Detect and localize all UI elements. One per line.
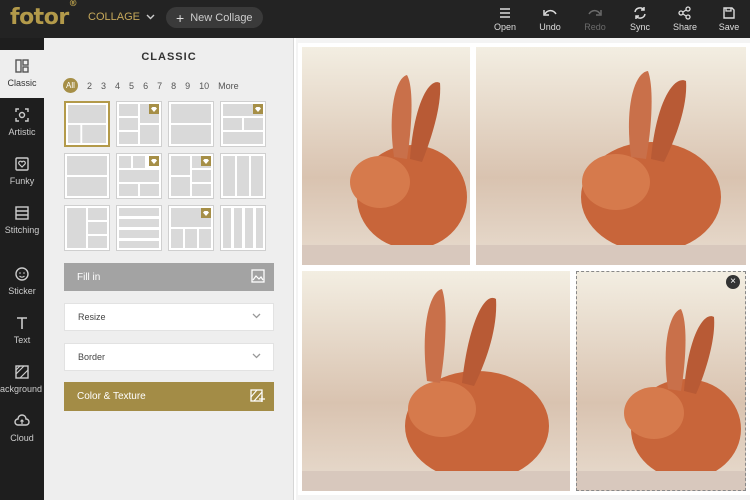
funky-heart-icon (15, 157, 29, 171)
layout-thumb[interactable] (168, 101, 214, 147)
layout-thumb[interactable] (64, 153, 110, 199)
artistic-icon (15, 108, 29, 122)
layout-thumb[interactable] (168, 205, 214, 251)
filter-8[interactable]: 8 (171, 81, 176, 91)
layout-thumb[interactable] (116, 101, 162, 147)
color-texture-button[interactable]: Color & Texture (64, 382, 274, 411)
panel-title: CLASSIC (141, 51, 197, 63)
photo-cell[interactable] (302, 271, 570, 491)
new-collage-button[interactable]: + New Collage (166, 7, 263, 28)
layout-count-filters: All 2 3 4 5 6 7 8 9 10 More (63, 78, 239, 93)
premium-crown-icon (253, 104, 263, 114)
classic-panel: CLASSIC All 2 3 4 5 6 7 8 9 10 More Fill… (44, 38, 294, 500)
collage-menu-label: COLLAGE (88, 11, 140, 23)
rail-item-background[interactable]: Background (0, 356, 44, 404)
layout-thumb[interactable] (168, 153, 214, 199)
rail-item-sticker[interactable]: Sticker (0, 258, 44, 306)
remove-photo-icon[interactable]: × (726, 275, 740, 289)
premium-crown-icon (149, 156, 159, 166)
layout-thumb[interactable] (116, 205, 162, 251)
bunny-photo (576, 271, 746, 491)
open-icon (500, 8, 510, 18)
sticker-icon (15, 267, 29, 281)
bunny-photo (302, 271, 570, 491)
classic-layout-icon (15, 59, 29, 73)
photo-cell-selected[interactable]: × (576, 271, 746, 491)
stitching-icon (15, 206, 29, 220)
fill-in-button[interactable]: Fill in (64, 263, 274, 291)
premium-crown-icon (149, 104, 159, 114)
redo-button[interactable]: Redo (573, 3, 617, 32)
filter-2[interactable]: 2 (87, 81, 92, 91)
layout-thumb[interactable] (116, 153, 162, 199)
premium-crown-icon (201, 156, 211, 166)
new-collage-label: New Collage (190, 11, 253, 24)
rail-item-artistic[interactable]: Artistic (0, 99, 44, 147)
photo-cell[interactable] (302, 47, 470, 265)
text-icon (17, 317, 27, 329)
background-icon (15, 365, 29, 379)
rail-item-funky[interactable]: Funky (0, 148, 44, 196)
rail-item-cloud[interactable]: Cloud (0, 405, 44, 453)
chevron-down-icon (252, 313, 261, 319)
share-button[interactable]: Share (663, 3, 707, 32)
filter-4[interactable]: 4 (115, 81, 120, 91)
fill-in-label: Fill in (77, 271, 101, 283)
chevron-down-icon (146, 14, 155, 20)
layout-thumb[interactable] (220, 205, 266, 251)
layout-thumb[interactable] (64, 205, 110, 251)
photo-cell[interactable] (476, 47, 746, 265)
layout-thumb[interactable] (220, 153, 266, 199)
layout-thumbnails (64, 101, 266, 251)
fotor-logo[interactable]: fotor® (10, 0, 78, 30)
filter-all[interactable]: All (63, 78, 78, 93)
bunny-photo (476, 47, 746, 265)
texture-edit-icon (250, 389, 265, 402)
top-bar: fotor® COLLAGE + New Collage Open Undo R… (0, 0, 750, 38)
collage-board: × (298, 43, 750, 495)
layout-thumb[interactable] (220, 101, 266, 147)
save-button[interactable]: Save (707, 3, 750, 32)
collage-menu[interactable]: COLLAGE (88, 11, 155, 23)
resize-dropdown[interactable]: Resize (64, 303, 274, 331)
layout-thumb[interactable] (64, 101, 110, 147)
undo-button[interactable]: Undo (528, 3, 572, 32)
plus-icon: + (176, 9, 185, 26)
rail-item-classic[interactable]: Classic (0, 50, 44, 98)
left-rail: Classic Artistic Funky Stitching Sticker… (0, 38, 44, 500)
filter-7[interactable]: 7 (157, 81, 162, 91)
filter-9[interactable]: 9 (185, 81, 190, 91)
filter-3[interactable]: 3 (101, 81, 106, 91)
border-dropdown[interactable]: Border (64, 343, 274, 371)
save-icon (723, 7, 735, 19)
collage-canvas: × (296, 38, 750, 500)
rail-item-stitching[interactable]: Stitching (0, 197, 44, 245)
cloud-icon (14, 414, 30, 426)
resize-label: Resize (78, 312, 106, 322)
chevron-down-icon (252, 353, 261, 359)
bunny-photo (302, 47, 470, 265)
share-icon (678, 6, 691, 20)
rail-item-text[interactable]: Text (0, 307, 44, 355)
image-icon (251, 269, 265, 283)
open-button[interactable]: Open (483, 3, 527, 32)
filter-10[interactable]: 10 (199, 81, 209, 91)
sync-icon (634, 7, 646, 19)
filter-more[interactable]: More (218, 81, 239, 91)
redo-icon (588, 9, 602, 16)
filter-6[interactable]: 6 (143, 81, 148, 91)
filter-5[interactable]: 5 (129, 81, 134, 91)
border-label: Border (78, 352, 106, 362)
undo-icon (543, 9, 557, 16)
color-texture-label: Color & Texture (77, 391, 146, 402)
premium-crown-icon (201, 208, 211, 218)
sync-button[interactable]: Sync (618, 3, 662, 32)
